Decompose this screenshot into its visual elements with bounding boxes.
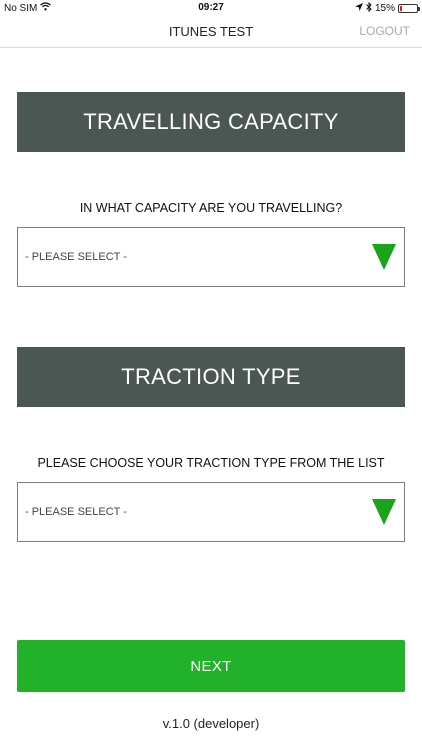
traction-select[interactable]: - PLEASE SELECT -: [17, 482, 405, 542]
capacity-select[interactable]: - PLEASE SELECT -: [17, 227, 405, 287]
navigation-bar: ITUNES TEST LOGOUT: [0, 16, 422, 48]
capacity-select-value: - PLEASE SELECT -: [25, 251, 127, 263]
status-bar: No SIM 09:27 15%: [0, 0, 422, 16]
battery-percent: 15%: [374, 3, 395, 14]
traction-select-value: - PLEASE SELECT -: [25, 506, 127, 518]
battery-icon: [398, 4, 420, 13]
capacity-section-header: TRAVELLING CAPACITY: [17, 92, 405, 152]
dropdown-arrow-icon: [372, 244, 396, 270]
dropdown-arrow-icon: [372, 499, 396, 525]
battery-level-fill: [400, 6, 403, 11]
next-button[interactable]: NEXT: [17, 640, 405, 692]
logout-button[interactable]: LOGOUT: [359, 24, 410, 38]
traction-section-header: TRACTION TYPE: [17, 347, 405, 407]
capacity-question: IN WHAT CAPACITY ARE YOU TRAVELLING?: [79, 201, 343, 215]
location-icon: [354, 3, 363, 14]
traction-question: PLEASE CHOOSE YOUR TRACTION TYPE FROM TH…: [37, 456, 385, 470]
bluetooth-icon: [366, 1, 372, 15]
version-label: v.1.0 (developer): [162, 716, 260, 731]
status-right: 15%: [354, 1, 420, 15]
